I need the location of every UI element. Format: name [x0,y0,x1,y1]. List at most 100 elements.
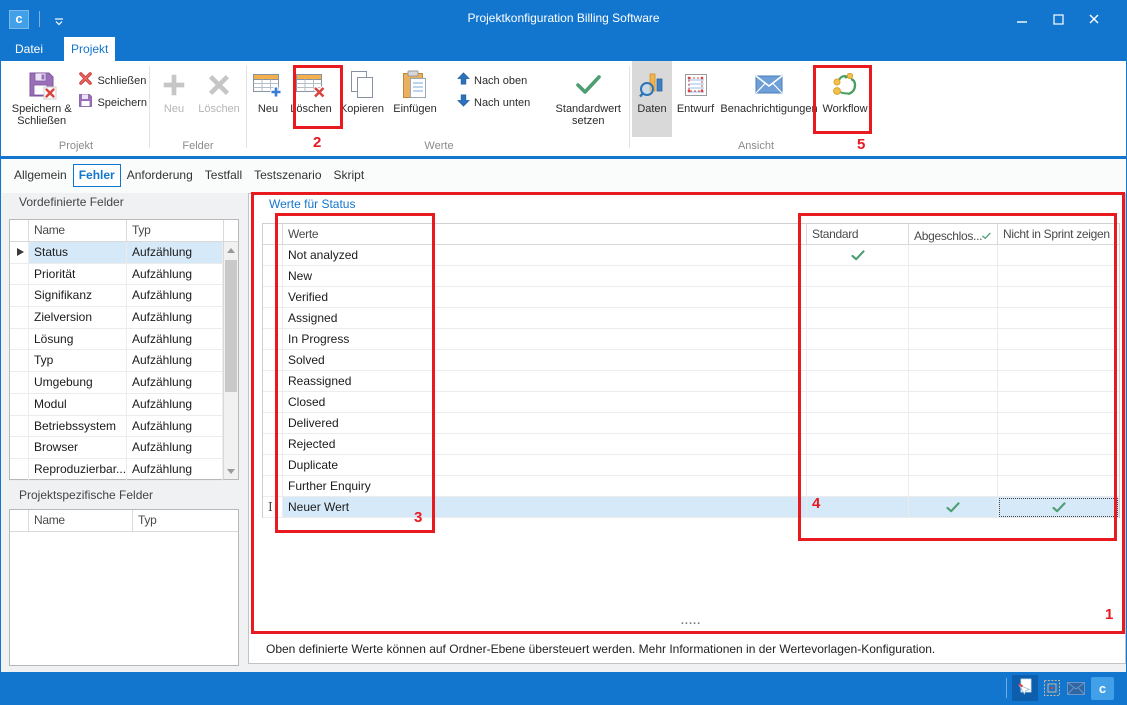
value-row[interactable]: Not analyzed [263,245,1119,266]
value-row[interactable]: Assigned [263,308,1119,329]
value-cell[interactable]: Assigned [283,308,807,329]
value-cell[interactable]: Further Enquiry [283,476,807,497]
standard-cell[interactable] [807,245,909,266]
werte-neu-button[interactable]: Neu [249,61,287,137]
column-header-nicht-in-sprint[interactable]: Nicht in Sprint zeigen [998,224,1119,245]
scroll-up-icon[interactable] [224,242,238,258]
standard-cell[interactable] [807,350,909,371]
field-name-cell[interactable]: Reproduzierbar... [29,459,127,481]
abgeschlossen-cell[interactable] [909,266,998,287]
app-logo-status-icon[interactable]: c [1091,677,1114,700]
nicht-in-sprint-cell[interactable] [998,371,1119,392]
field-typ-cell[interactable]: Aufzählung [127,307,223,329]
standard-cell[interactable] [807,497,909,518]
predefined-field-row[interactable]: TypAufzählung [10,350,238,372]
standard-cell[interactable] [807,308,909,329]
einfuegen-button[interactable]: Einfügen [389,61,441,137]
value-cell[interactable]: Not analyzed [283,245,807,266]
field-name-cell[interactable]: Modul [29,394,127,416]
abgeschlossen-cell[interactable] [909,476,998,497]
value-cell[interactable]: Duplicate [283,455,807,476]
value-row[interactable]: Rejected [263,434,1119,455]
value-row[interactable]: INeuer Wert [263,497,1119,518]
field-name-cell[interactable]: Status [29,242,127,264]
value-row[interactable]: Further Enquiry [263,476,1119,497]
column-header-abgeschlossen[interactable]: Abgeschlos... [909,224,998,245]
predefined-field-row[interactable]: LösungAufzählung [10,329,238,351]
nicht-in-sprint-cell[interactable] [998,308,1119,329]
mail-status-icon[interactable] [1067,682,1085,695]
nicht-in-sprint-cell[interactable] [998,266,1119,287]
field-typ-cell[interactable]: Aufzählung [127,394,223,416]
kopieren-button[interactable]: Kopieren [335,61,389,137]
value-row[interactable]: In Progress [263,329,1119,350]
nicht-in-sprint-cell[interactable] [998,392,1119,413]
field-typ-cell[interactable]: Aufzählung [127,416,223,438]
standardwert-setzen-button[interactable]: Standardwert setzen [550,61,626,137]
tab-datei[interactable]: Datei [9,37,49,61]
value-cell[interactable]: Neuer Wert [283,497,807,518]
value-row[interactable]: Duplicate [263,455,1119,476]
column-header-name[interactable]: Name [29,510,133,532]
abgeschlossen-cell[interactable] [909,329,998,350]
nicht-in-sprint-cell[interactable] [998,455,1119,476]
save-and-close-button[interactable]: Speichern & Schließen [5,61,78,137]
scrollbar-thumb[interactable] [225,260,237,392]
value-row[interactable]: Closed [263,392,1119,413]
felder-neu-button[interactable]: Neu [153,61,195,137]
tab-projekt[interactable]: Projekt [64,37,115,61]
predefined-field-row[interactable]: ModulAufzählung [10,394,238,416]
field-name-cell[interactable]: Zielversion [29,307,127,329]
value-cell[interactable]: Closed [283,392,807,413]
column-header-standard[interactable]: Standard [807,224,909,245]
field-name-cell[interactable]: Signifikanz [29,285,127,307]
abgeschlossen-cell[interactable] [909,497,998,518]
maximize-button[interactable] [1040,1,1076,37]
predefined-field-row[interactable]: SignifikanzAufzählung [10,285,238,307]
value-row[interactable]: Verified [263,287,1119,308]
standard-cell[interactable] [807,392,909,413]
column-header-typ[interactable]: Typ [127,220,223,242]
minimize-button[interactable] [1004,1,1040,37]
field-name-cell[interactable]: Umgebung [29,372,127,394]
nicht-in-sprint-cell[interactable] [998,350,1119,371]
abgeschlossen-cell[interactable] [909,434,998,455]
value-row[interactable]: Delivered [263,413,1119,434]
predefined-field-row[interactable]: BetriebssystemAufzählung [10,416,238,438]
value-cell[interactable]: Reassigned [283,371,807,392]
splitter-handle[interactable]: ..... [666,615,716,627]
abgeschlossen-cell[interactable] [909,350,998,371]
field-name-cell[interactable]: Priorität [29,264,127,286]
abgeschlossen-cell[interactable] [909,371,998,392]
pointer-page-icon[interactable] [1012,675,1038,701]
standard-cell[interactable] [807,266,909,287]
benachrichtigungen-button[interactable]: Benachrichtigungen [719,61,819,137]
value-cell[interactable]: New [283,266,807,287]
close-window-button[interactable] [1076,1,1112,37]
standard-cell[interactable] [807,287,909,308]
vertical-scrollbar[interactable] [223,220,238,479]
value-cell[interactable]: Solved [283,350,807,371]
standard-cell[interactable] [807,455,909,476]
daten-button[interactable]: Daten [632,61,672,137]
nicht-in-sprint-cell[interactable] [998,497,1119,518]
standard-cell[interactable] [807,476,909,497]
predefined-field-row[interactable]: PrioritätAufzählung [10,264,238,286]
field-name-cell[interactable]: Browser [29,437,127,459]
subtab-testszenario[interactable]: Testszenario [248,164,327,187]
abgeschlossen-cell[interactable] [909,392,998,413]
field-typ-cell[interactable]: Aufzählung [127,242,223,264]
value-row[interactable]: New [263,266,1119,287]
werte-loeschen-button[interactable]: Löschen [287,61,335,137]
nicht-in-sprint-cell[interactable] [998,476,1119,497]
field-name-cell[interactable]: Typ [29,350,127,372]
workflow-button[interactable]: Workflow [819,61,871,137]
abgeschlossen-cell[interactable] [909,413,998,434]
field-typ-cell[interactable]: Aufzählung [127,350,223,372]
scroll-down-icon[interactable] [224,463,238,479]
subtab-fehler[interactable]: Fehler [73,164,121,187]
value-cell[interactable]: In Progress [283,329,807,350]
nicht-in-sprint-cell[interactable] [998,329,1119,350]
value-cell[interactable]: Delivered [283,413,807,434]
standard-cell[interactable] [807,329,909,350]
